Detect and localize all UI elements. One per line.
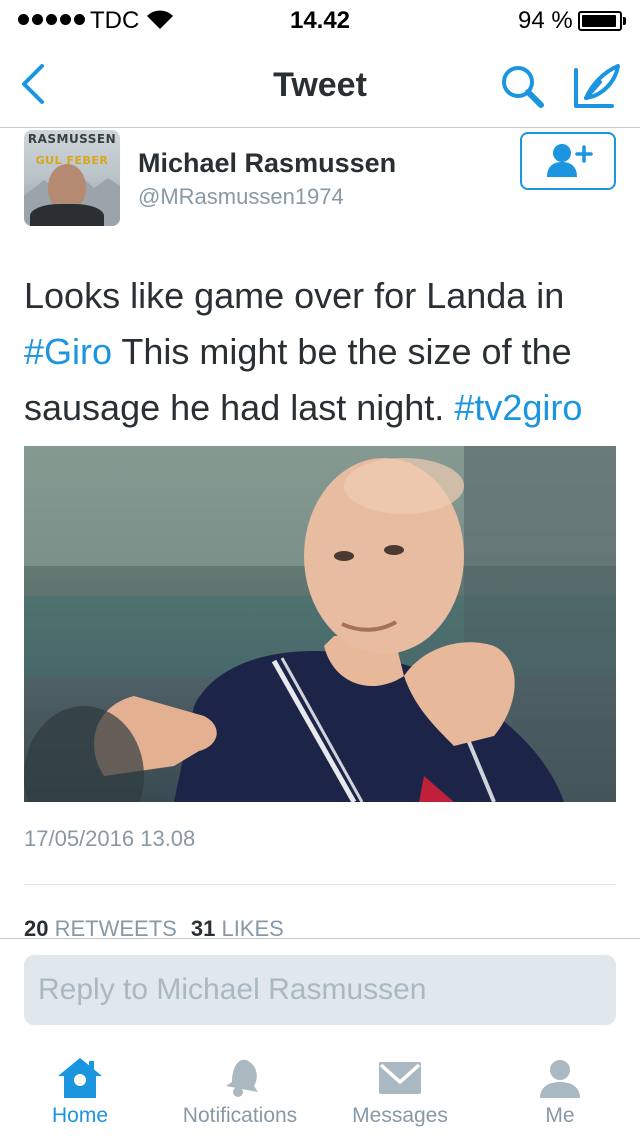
follow-button[interactable] — [520, 132, 616, 190]
home-icon — [58, 1058, 102, 1098]
battery-icon — [578, 11, 626, 31]
battery-percent: 94 % — [518, 7, 573, 34]
tab-home-label: Home — [51, 1104, 109, 1127]
author-name[interactable]: Michael Rasmussen — [138, 148, 396, 179]
tab-messages[interactable]: Messages — [320, 1040, 480, 1136]
search-button[interactable] — [498, 62, 546, 110]
reply-bar — [0, 938, 640, 1040]
tab-messages-label: Messages — [352, 1104, 448, 1127]
compose-icon — [574, 64, 620, 108]
author-handle[interactable]: @MRasmussen1974 — [138, 184, 344, 210]
tweet-timestamp: 17/05/2016 13.08 — [24, 826, 196, 851]
hashtag-giro-link[interactable]: #Giro — [24, 331, 112, 372]
hashtag-tv2giro-link[interactable]: #tv2giro — [454, 387, 582, 428]
divider — [24, 884, 616, 885]
tab-me[interactable]: Me — [480, 1040, 640, 1136]
tab-home[interactable]: Home — [0, 1040, 160, 1136]
search-icon — [502, 66, 544, 108]
avatar[interactable]: RASMUSSEN GUL FEBER — [24, 130, 120, 226]
tweet-author: RASMUSSEN GUL FEBER Michael Rasmussen @M… — [0, 128, 640, 228]
tweet-text-part-1: Looks like game over for Landa in — [24, 275, 565, 316]
photo-illustration — [24, 446, 616, 802]
nav-bar: Tweet — [0, 40, 640, 128]
envelope-icon — [379, 1062, 421, 1094]
add-user-icon — [547, 144, 593, 177]
tab-me-label: Me — [545, 1104, 575, 1127]
status-bar: TDC 14.42 94 % — [0, 0, 640, 40]
bell-icon — [226, 1059, 258, 1097]
avatar-body — [30, 204, 104, 226]
reply-input[interactable] — [24, 955, 616, 1025]
tweet-text: Looks like game over for Landa in #Giro … — [24, 268, 624, 436]
compose-button[interactable] — [572, 62, 622, 110]
tab-notifications-label: Notifications — [182, 1104, 298, 1127]
tweet-photo[interactable] — [24, 446, 616, 802]
person-icon — [540, 1060, 580, 1098]
avatar-title-text: RASMUSSEN — [27, 132, 117, 146]
tab-notifications[interactable]: Notifications — [160, 1040, 320, 1136]
tab-bar: Home Notifications Messages Me — [0, 1040, 640, 1136]
